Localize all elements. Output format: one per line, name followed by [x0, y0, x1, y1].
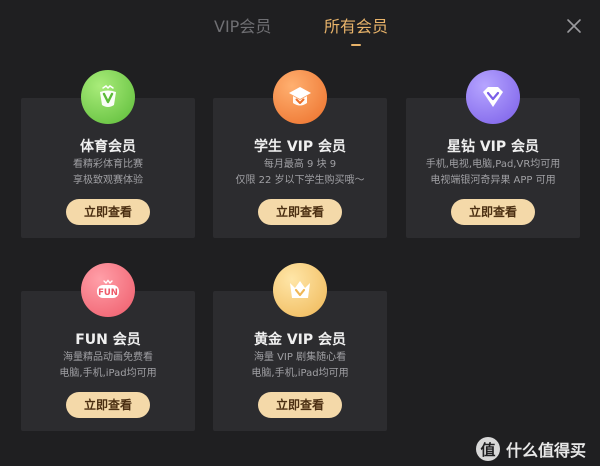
card-description-line: 每月最高 9 块 9: [263, 159, 337, 170]
watermark-logo-icon: 值: [476, 437, 500, 461]
card-student-vip-membership: 学生 VIP 会员 每月最高 9 块 9 仅限 22 岁以下学生购买哦～ 立即查…: [213, 70, 387, 238]
card-description-line: 电脑,手机,iPad均可用: [59, 368, 157, 379]
close-button[interactable]: [565, 17, 583, 35]
card-description-line: 享极致观赛体验: [73, 175, 143, 186]
card-sports-membership: 体育会员 看精彩体育比赛 享极致观赛体验 立即查看: [21, 70, 195, 238]
card-fun-membership: FUN FUN 会员 海量精品动画免费看 电脑,手机,iPad均可用 立即查看: [21, 263, 195, 431]
card-gold-vip-membership: 黄金 VIP 会员 海量 VIP 剧集随心看 电脑,手机,iPad均可用 立即查…: [213, 263, 387, 431]
card-star-diamond-vip-membership: 星钻 VIP 会员 手机,电视,电脑,Pad,VR均可用 电视端银河奇异果 AP…: [406, 70, 580, 238]
view-now-button[interactable]: 立即查看: [258, 392, 342, 418]
card-description-line: 仅限 22 岁以下学生购买哦～: [235, 175, 365, 186]
graduation-cap-icon: [273, 70, 327, 124]
active-tab-indicator: [351, 44, 361, 46]
view-now-button[interactable]: 立即查看: [258, 199, 342, 225]
card-title: 学生 VIP 会员: [253, 139, 347, 155]
membership-tabs: VIP会员 所有会员: [0, 16, 600, 46]
gold-crown-icon: [273, 263, 327, 317]
view-now-button[interactable]: 立即查看: [66, 199, 150, 225]
card-title: 星钻 VIP 会员: [446, 139, 540, 155]
sports-v-icon: [81, 70, 135, 124]
card-title: 黄金 VIP 会员: [253, 332, 347, 348]
tab-vip-membership[interactable]: VIP会员: [214, 16, 271, 38]
fun-badge-icon: FUN: [81, 263, 135, 317]
view-now-button[interactable]: 立即查看: [66, 392, 150, 418]
close-icon: [567, 19, 581, 33]
view-now-button[interactable]: 立即查看: [451, 199, 535, 225]
card-description-line: 电脑,手机,iPad均可用: [251, 368, 349, 379]
watermark-text: 什么值得买: [506, 441, 587, 460]
diamond-icon: [466, 70, 520, 124]
card-description-line: 电视端银河奇异果 APP 可用: [430, 175, 556, 186]
card-description-line: 海量 VIP 剧集随心看: [253, 352, 347, 363]
card-title: FUN 会员: [75, 332, 141, 348]
card-description-line: 海量精品动画免费看: [63, 352, 153, 363]
card-description-line: 手机,电视,电脑,Pad,VR均可用: [425, 159, 561, 170]
card-title: 体育会员: [80, 139, 136, 155]
watermark: 值 什么值得买: [476, 435, 586, 463]
tab-all-memberships[interactable]: 所有会员: [324, 16, 388, 38]
card-description-line: 看精彩体育比赛: [73, 159, 143, 170]
svg-text:FUN: FUN: [98, 288, 118, 298]
